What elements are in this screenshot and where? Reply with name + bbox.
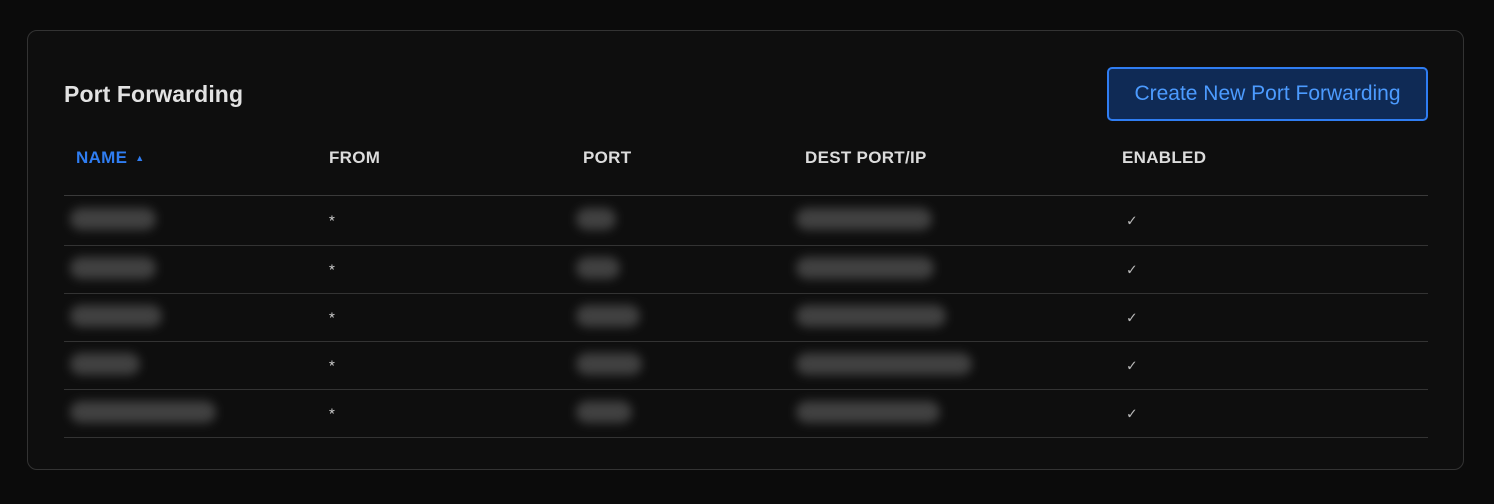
redacted-name [70,304,162,327]
from-cell: * [329,212,335,229]
table-row[interactable]: * ✓ [64,294,1428,342]
column-header-enabled[interactable]: ENABLED [1122,148,1206,168]
port-forwarding-table: NAME ▲ FROM PORT DEST PORT/IP ENABLED * … [64,131,1428,438]
table-row[interactable]: * ✓ [64,342,1428,390]
from-cell: * [329,357,335,374]
table-row[interactable]: * ✓ [64,196,1428,246]
page-title: Port Forwarding [64,81,244,107]
redacted-port [576,400,632,423]
redacted-name [70,207,156,230]
redacted-dest [796,304,946,327]
create-port-forwarding-button[interactable]: Create New Port Forwarding [1107,67,1428,121]
dest-cell [796,256,934,283]
port-cell [576,207,616,234]
redacted-port [576,352,642,375]
column-header-port[interactable]: PORT [583,148,631,168]
table-row[interactable]: * ✓ [64,390,1428,438]
redacted-port [576,207,616,230]
from-cell: * [329,261,335,278]
redacted-name [70,352,140,375]
redacted-name [70,256,156,279]
table-row[interactable]: * ✓ [64,246,1428,294]
port-cell [576,352,642,379]
dest-cell [796,400,940,427]
port-cell [576,256,620,283]
name-cell [70,256,156,283]
column-header-dest[interactable]: DEST PORT/IP [805,148,927,168]
redacted-name [70,400,216,423]
column-header-name[interactable]: NAME ▲ [76,148,144,168]
name-cell [70,304,162,331]
check-icon: ✓ [1126,261,1138,277]
name-cell [70,400,216,427]
redacted-port [576,304,640,327]
dest-cell [796,207,932,234]
check-icon: ✓ [1126,212,1138,228]
check-icon: ✓ [1126,309,1138,325]
redacted-dest [796,207,932,230]
from-cell: * [329,309,335,326]
column-header-label: NAME [76,148,128,167]
redacted-dest [796,352,972,375]
name-cell [70,207,156,234]
table-header: NAME ▲ FROM PORT DEST PORT/IP ENABLED [64,131,1428,196]
column-header-from[interactable]: FROM [329,148,380,168]
name-cell [70,352,140,379]
port-forwarding-card: Port Forwarding Create New Port Forwardi… [27,30,1464,470]
redacted-dest [796,400,940,423]
table-body: * ✓ * ✓ * ✓ * ✓ * ✓ [64,196,1428,438]
from-cell: * [329,405,335,422]
redacted-dest [796,256,934,279]
dest-cell [796,352,972,379]
check-icon: ✓ [1126,405,1138,421]
dest-cell [796,304,946,331]
port-cell [576,304,640,331]
port-cell [576,400,632,427]
redacted-port [576,256,620,279]
check-icon: ✓ [1126,357,1138,373]
sort-ascending-icon: ▲ [135,153,145,163]
